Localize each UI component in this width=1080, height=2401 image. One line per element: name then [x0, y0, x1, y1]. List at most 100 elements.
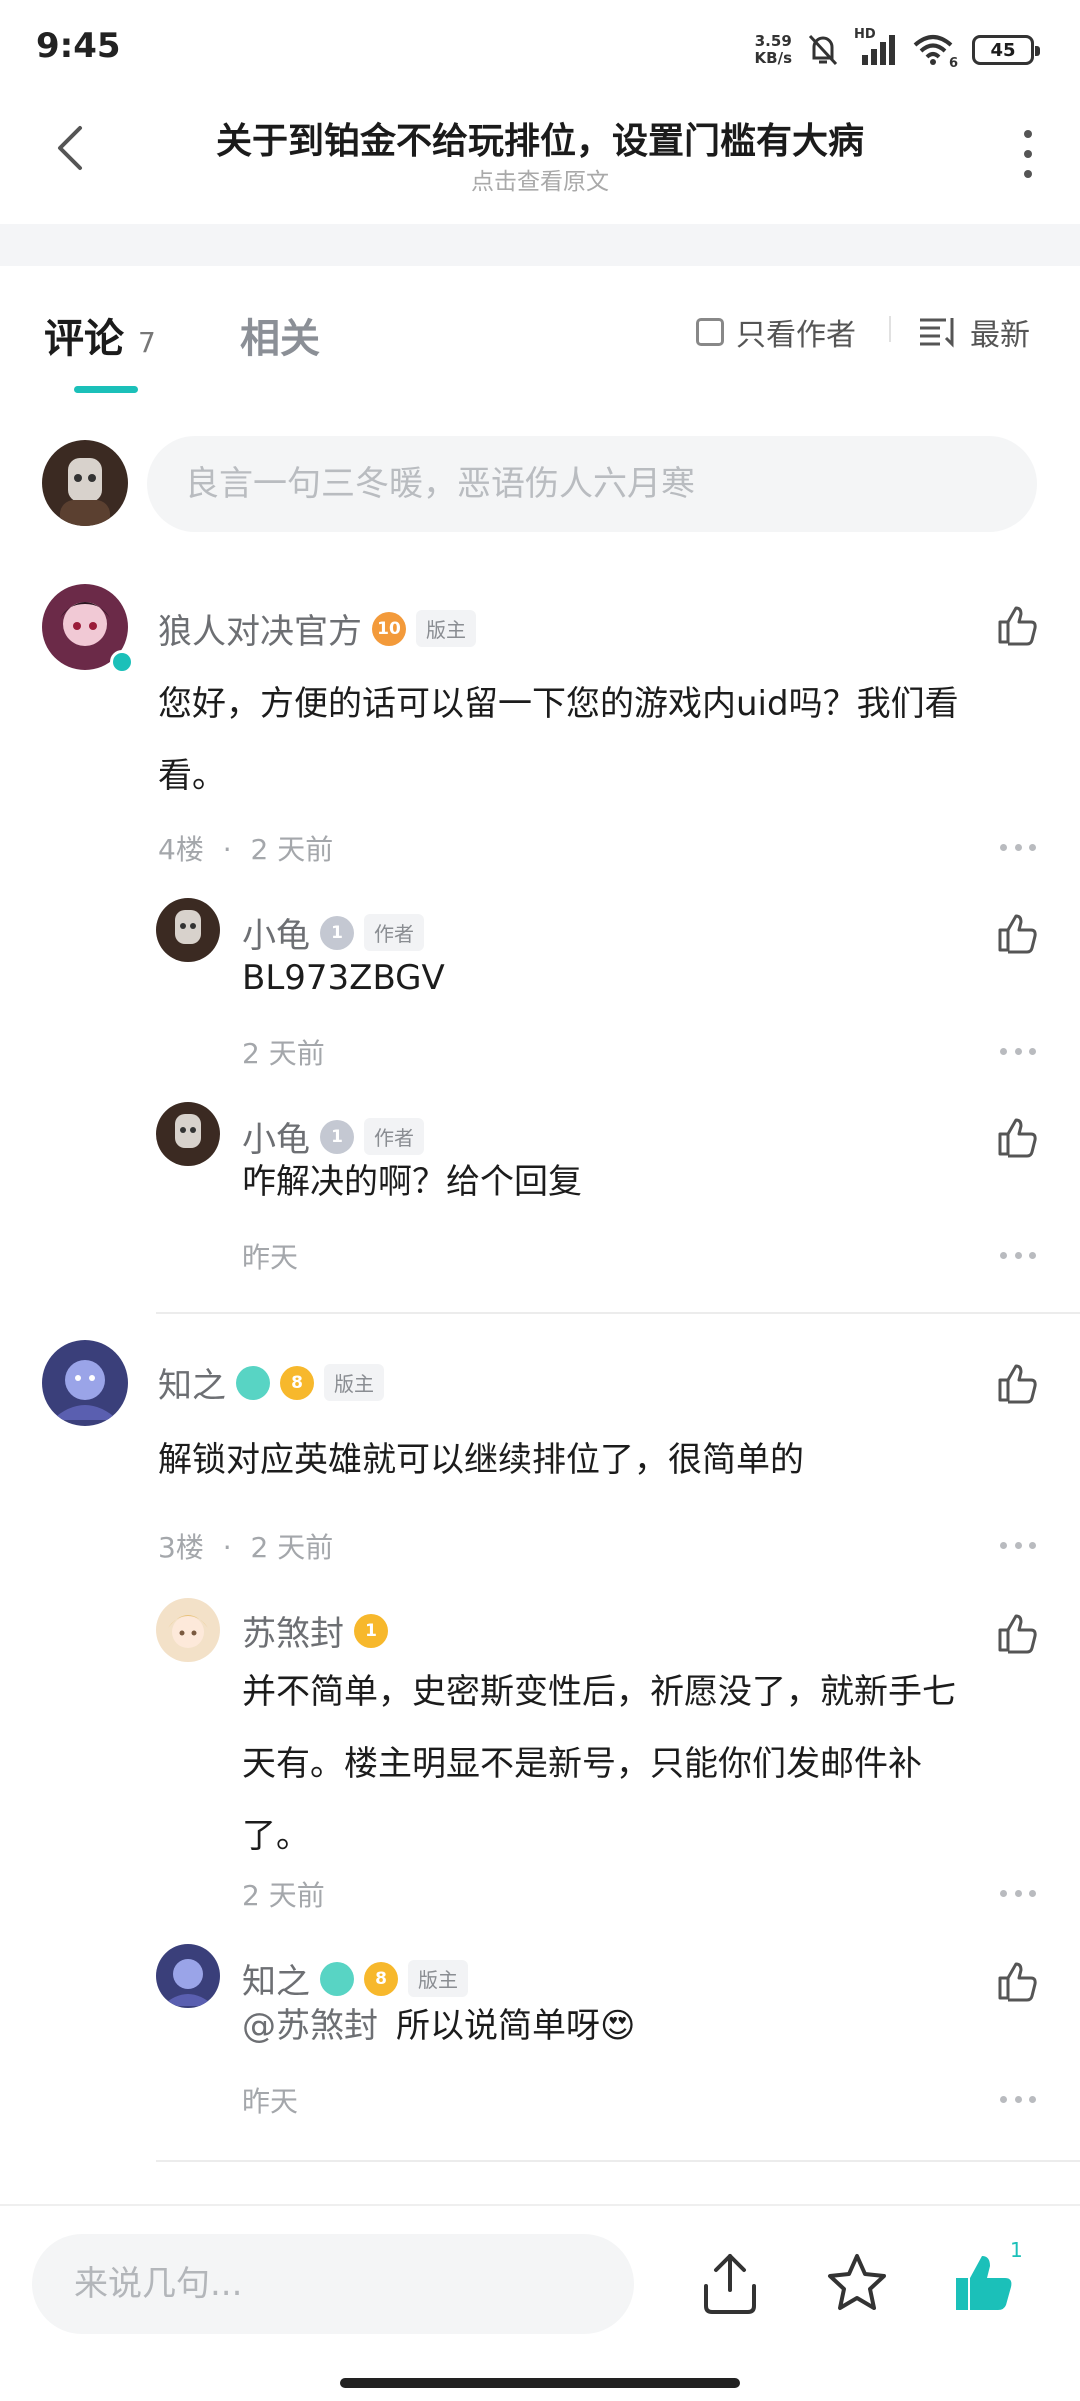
like-icon[interactable]	[996, 602, 1040, 646]
author-name[interactable]: 小龟	[242, 1112, 310, 1161]
post-title[interactable]: 关于到铂金不给玩排位，设置门槛有大病	[150, 112, 930, 164]
level-badge-icon: 10	[372, 611, 406, 646]
more-options-button[interactable]	[1016, 130, 1040, 178]
comment-author-row: 知之 8 版主	[158, 1358, 384, 1407]
net-speed-unit: KB/s	[754, 49, 792, 67]
role-tag: 作者	[364, 1118, 424, 1155]
comment-item: 狼人对决官方 10 版主 您好，方便的话可以留一下您的游戏内uid吗？我们看 看…	[0, 584, 1080, 1314]
more-dot-icon	[1024, 130, 1032, 138]
dot-icon	[1014, 1890, 1022, 1897]
comment-more-button[interactable]	[1000, 2096, 1036, 2106]
author-name[interactable]: 狼人对决官方	[158, 604, 362, 653]
dot-icon	[1029, 844, 1036, 851]
floor-label: 3楼	[158, 1531, 204, 1564]
author-name[interactable]: 知之	[242, 1954, 310, 2003]
like-icon[interactable]	[996, 1114, 1040, 1158]
net-speed-value: 3.59	[754, 32, 792, 50]
checkbox-icon[interactable]	[696, 318, 724, 346]
role-tag: 版主	[416, 610, 476, 647]
timestamp: 2 天前	[250, 833, 334, 866]
reply-text: BL973ZBGV	[242, 958, 445, 998]
sort-label: 最新	[970, 318, 1030, 353]
comment-meta: 3楼 · 2 天前	[158, 1526, 333, 1566]
level-badge-icon: 1	[354, 1613, 388, 1648]
heart-eyes-emoji-icon: 😍	[600, 2006, 636, 2046]
dot-icon	[1029, 1048, 1036, 1055]
sort-button[interactable]: 最新	[918, 310, 1030, 354]
like-icon[interactable]	[996, 910, 1040, 954]
comment-text: 解锁对应英雄就可以继续排位了，很简单的	[158, 1440, 804, 1480]
timestamp: 2 天前	[250, 1531, 334, 1564]
like-icon[interactable]	[996, 1610, 1040, 1654]
sort-icon	[920, 318, 954, 348]
home-indicator	[340, 2378, 740, 2388]
avatar[interactable]	[156, 1598, 220, 1662]
comment-divider	[156, 2160, 1080, 2162]
my-avatar[interactable]	[42, 440, 128, 526]
medal-icon	[236, 1365, 270, 1400]
comment-more-button[interactable]	[1000, 844, 1036, 854]
comment-more-button[interactable]	[1000, 1542, 1036, 1552]
timestamp: 昨天	[242, 1241, 299, 1274]
reply-input[interactable]: 来说几句...	[32, 2234, 634, 2334]
medal-icon	[320, 1961, 354, 1996]
section-divider	[0, 224, 1080, 266]
share-icon[interactable]	[700, 2252, 760, 2316]
author-name[interactable]: 苏煞封	[242, 1606, 344, 1655]
dot-icon	[1029, 2096, 1036, 2103]
back-arrow-icon[interactable]	[46, 118, 96, 178]
level-badge-icon: 1	[320, 1119, 354, 1154]
dot-icon	[1000, 1542, 1007, 1549]
comment-tabs: 评论 7 相关 只看作者 最新	[0, 266, 1080, 396]
only-author-filter[interactable]: 只看作者	[696, 310, 856, 354]
comment-more-button[interactable]	[1000, 1048, 1036, 1058]
timestamp: 2 天前	[242, 1037, 325, 1070]
active-tab-indicator	[74, 386, 138, 393]
thumbs-up-icon[interactable]	[952, 2250, 1014, 2314]
reply-text-body: 所以说简单呀	[396, 2006, 600, 2046]
comment-more-button[interactable]	[1000, 1890, 1036, 1900]
comment-more-button[interactable]	[1000, 1252, 1036, 1262]
tab-related[interactable]: 相关	[240, 306, 320, 364]
reply-author-row: 苏煞封 1	[242, 1606, 388, 1655]
status-bar: 9:45 3.59 KB/s HD 6 45	[0, 0, 1080, 96]
reply-text: 咋解决的啊？给个回复	[242, 1162, 582, 1202]
avatar[interactable]	[156, 1944, 220, 2008]
star-icon[interactable]	[826, 2252, 888, 2314]
like-icon[interactable]	[996, 1360, 1040, 1404]
comment-input[interactable]: 良言一句三冬暖，恶语伤人六月寒	[147, 436, 1037, 532]
mention-link[interactable]: @苏煞封	[242, 2006, 378, 2046]
reply-author-row: 知之 8 版主	[242, 1954, 468, 2003]
timestamp: 昨天	[242, 2085, 299, 2118]
dot-icon	[1000, 844, 1007, 851]
reply-text-line: 并不简单，史密斯变性后，祈愿没了，就新手七	[242, 1672, 956, 1712]
view-original-link[interactable]: 点击查看原文	[150, 162, 930, 196]
hd-label: HD	[854, 27, 876, 42]
dot-icon	[1029, 1890, 1036, 1897]
reply-text-line: 天有。楼主明显不是新号，只能你们发邮件补	[242, 1744, 922, 1784]
author-name[interactable]: 小龟	[242, 908, 310, 957]
reply-author-row: 小龟 1 作者	[242, 1112, 424, 1161]
tab-comments[interactable]: 评论 7	[44, 306, 156, 364]
status-icons: 3.59 KB/s HD 6 45	[754, 27, 1040, 72]
dot-icon	[1000, 1048, 1007, 1055]
like-icon[interactable]	[996, 1958, 1040, 2002]
battery-indicator: 45	[972, 35, 1040, 65]
comment-author-row: 狼人对决官方 10 版主	[158, 604, 476, 653]
dot-icon	[1014, 1048, 1022, 1055]
level-badge-icon: 8	[280, 1365, 314, 1400]
author-name[interactable]: 知之	[158, 1358, 226, 1407]
reply-text: 并不简单，史密斯变性后，祈愿没了，就新手七 天有。楼主明显不是新号，只能你们发邮…	[242, 1656, 1042, 1872]
like-count: 1	[1010, 2238, 1023, 2262]
meta-separator: ·	[222, 833, 232, 866]
avatar[interactable]	[156, 1102, 220, 1166]
dot-icon	[1000, 1252, 1007, 1259]
timestamp: 2 天前	[242, 1879, 325, 1912]
avatar[interactable]	[156, 898, 220, 962]
wifi-icon: 6	[912, 33, 958, 71]
comment-text: 您好，方便的话可以留一下您的游戏内uid吗？我们看 看。	[158, 668, 1028, 812]
reply-text: @苏煞封 所以说简单呀😍	[242, 2004, 635, 2048]
role-tag: 版主	[324, 1364, 384, 1401]
filter-divider	[889, 316, 891, 342]
avatar[interactable]	[42, 1340, 128, 1426]
